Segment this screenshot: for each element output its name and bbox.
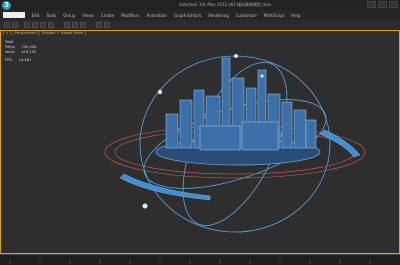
snap-icon[interactable]: [64, 22, 70, 28]
title-bar: 3 Autodesk 3ds Max 2012 x64 城市建筑模型.max: [0, 0, 400, 10]
mirror-icon[interactable]: [72, 22, 78, 28]
menu-item-help[interactable]: Help: [288, 13, 304, 18]
viewport-label[interactable]: [ + ] [ Perspective ] [ Shaded + Edged F…: [3, 31, 86, 35]
maximize-button[interactable]: [378, 1, 387, 8]
align-icon[interactable]: [80, 22, 86, 28]
render-icon[interactable]: [104, 22, 110, 28]
menu-item-customize[interactable]: Customize: [232, 13, 260, 18]
redo-icon[interactable]: [12, 22, 18, 28]
menu-item-tools[interactable]: Tools: [43, 13, 60, 18]
menu-item-group[interactable]: Group: [60, 13, 79, 18]
minimize-button[interactable]: [367, 1, 376, 8]
fps-label: FPS:: [5, 58, 13, 62]
menu-item-create[interactable]: Create: [97, 13, 117, 18]
menu-item-modifiers[interactable]: Modifiers: [118, 13, 143, 18]
verts-label: Verts:: [5, 50, 16, 54]
menu-item-maxscript[interactable]: MAXScript: [260, 13, 288, 18]
scene-statistics: Total Polys: 749,404 Verts: 449,192 FPS: 14…: [5, 40, 36, 63]
scale-icon[interactable]: [48, 22, 54, 28]
verts-value: 449,192: [21, 50, 37, 54]
menu-item-animation[interactable]: Animation: [143, 13, 170, 18]
quick-access-field[interactable]: [3, 12, 25, 18]
app-logo-icon[interactable]: 3: [2, 1, 11, 10]
select-icon[interactable]: [24, 22, 30, 28]
window-title: Autodesk 3ds Max 2012 x64 城市建筑模型.max: [178, 2, 272, 7]
city-scene-render: [104, 54, 366, 233]
menu-item-edit[interactable]: Edit: [28, 13, 43, 18]
undo-icon[interactable]: [4, 22, 10, 28]
timeline-bar[interactable]: [0, 254, 400, 265]
fps-value: 14.461: [18, 58, 32, 62]
render-setup-icon[interactable]: [96, 22, 102, 28]
menu-bar: Edit Tools Group Views Create Modifiers …: [0, 10, 400, 20]
belt-segment-right: [319, 129, 361, 158]
move-icon[interactable]: [32, 22, 38, 28]
menu-item-graph-editors[interactable]: Graph Editors: [170, 13, 204, 18]
menu-item-views[interactable]: Views: [79, 13, 98, 18]
menu-item-rendering[interactable]: Rendering: [205, 13, 232, 18]
close-button[interactable]: [389, 1, 398, 8]
rotate-icon[interactable]: [40, 22, 46, 28]
window-controls: [367, 1, 398, 8]
